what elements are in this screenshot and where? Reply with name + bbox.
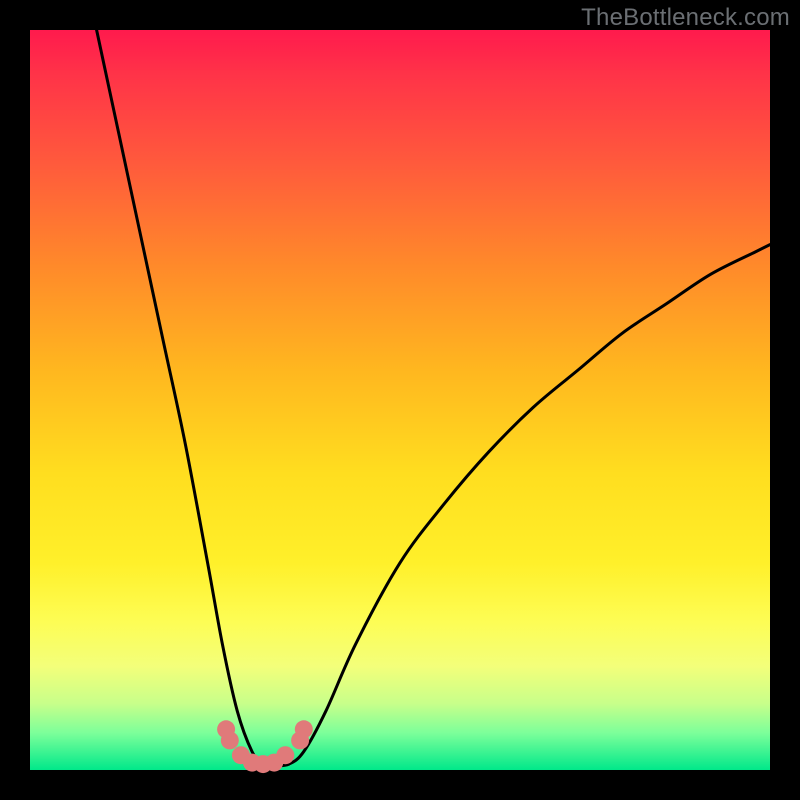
chart-svg bbox=[30, 30, 770, 770]
chart-plot-area bbox=[30, 30, 770, 770]
marker-group bbox=[217, 720, 313, 773]
curve-marker bbox=[295, 720, 313, 738]
watermark-text: TheBottleneck.com bbox=[581, 4, 790, 32]
bottleneck-curve-line bbox=[97, 30, 770, 766]
curve-marker bbox=[221, 731, 239, 749]
curve-marker bbox=[276, 746, 294, 764]
